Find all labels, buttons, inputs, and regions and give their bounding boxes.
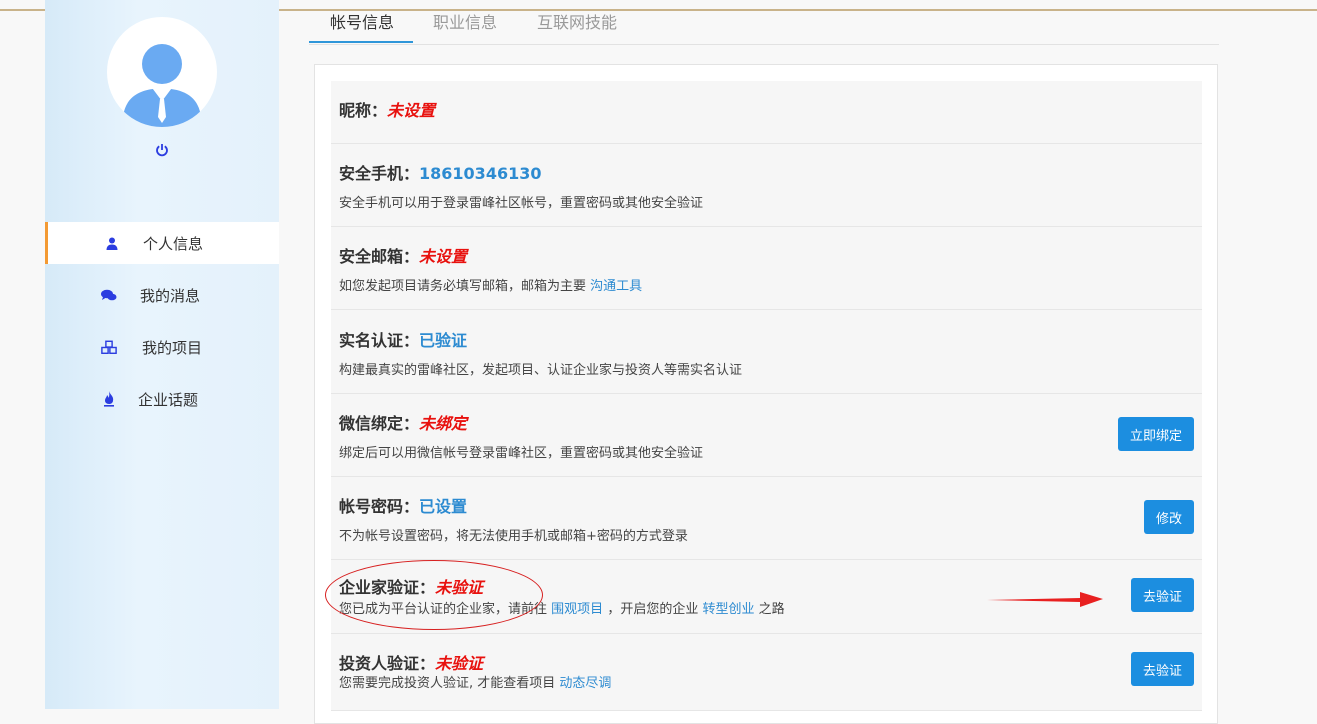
- link-transform-startup[interactable]: 转型创业: [702, 602, 754, 617]
- row-investor: 投资人验证：未验证 您需要完成投资人验证, 才能查看项目 动态尽调 去验证: [331, 634, 1202, 711]
- sidebar-item-label: 企业话题: [138, 390, 199, 409]
- wechat-desc: 绑定后可以用微信帐号登录雷峰社区，重置密码或其他安全验证: [339, 446, 704, 461]
- sidebar-item-messages[interactable]: 我的消息: [45, 274, 279, 316]
- row-entrepreneur: 企业家验证：未验证 您已成为平台认证的企业家，请前往 围观项目 ，开启您的企业 …: [331, 560, 1202, 634]
- nickname-value: 未设置: [387, 101, 436, 120]
- email-title: 安全邮箱：未设置: [339, 247, 468, 266]
- nickname-title: 昵称：未设置: [339, 101, 436, 120]
- entrepreneur-title: 企业家验证：未验证: [339, 578, 484, 597]
- row-phone: 安全手机：18610346130 安全手机可以用于登录雷峰社区帐号，重置密码或其…: [331, 144, 1202, 227]
- realname-title: 实名认证：已验证: [339, 331, 468, 350]
- password-desc: 不为帐号设置密码，将无法使用手机或邮箱+密码的方式登录: [339, 529, 688, 544]
- link-dynamic-diligence[interactable]: 动态尽调: [559, 676, 611, 691]
- email-desc: 如您发起项目请务必填写邮箱，邮箱为主要 沟通工具: [339, 279, 643, 294]
- realname-value: 已验证: [419, 331, 468, 350]
- active-tab-indicator: [309, 41, 413, 43]
- sidebar-item-label: 个人信息: [143, 234, 204, 253]
- row-realname: 实名认证：已验证 构建最真实的雷峰社区，发起项目、认证企业家与投资人等需实名认证: [331, 310, 1202, 394]
- tab-account-info[interactable]: 帐号信息: [330, 9, 394, 33]
- tab-career-info[interactable]: 职业信息: [433, 9, 497, 33]
- cubes-icon: [101, 339, 117, 355]
- modify-password-button[interactable]: 修改: [1143, 500, 1194, 534]
- user-icon: [104, 235, 120, 251]
- sidebar-item-profile[interactable]: 个人信息: [45, 222, 279, 264]
- wechat-title: 微信绑定：未绑定: [339, 414, 468, 433]
- tab-internet-skills[interactable]: 互联网技能: [537, 9, 617, 33]
- entrepreneur-value: 未验证: [435, 578, 484, 597]
- sidebar-item-projects[interactable]: 我的项目: [45, 326, 279, 368]
- row-email: 安全邮箱：未设置 如您发起项目请务必填写邮箱，邮箱为主要 沟通工具: [331, 227, 1202, 310]
- password-value: 已设置: [419, 497, 468, 516]
- email-value: 未设置: [419, 247, 468, 266]
- row-wechat: 微信绑定：未绑定 绑定后可以用微信帐号登录雷峰社区，重置密码或其他安全验证 立即…: [331, 394, 1202, 477]
- link-communication-tool[interactable]: 沟通工具: [590, 279, 642, 294]
- entrepreneur-desc: 您已成为平台认证的企业家，请前往 围观项目 ，开启您的企业 转型创业 之路: [339, 602, 785, 617]
- wechat-value: 未绑定: [419, 414, 468, 433]
- phone-desc: 安全手机可以用于登录雷峰社区帐号，重置密码或其他安全验证: [339, 196, 704, 211]
- password-title: 帐号密码：已设置: [339, 497, 468, 516]
- realname-desc: 构建最真实的雷峰社区，发起项目、认证企业家与投资人等需实名认证: [339, 363, 743, 378]
- power-icon[interactable]: [153, 143, 171, 161]
- user-avatar-icon: [123, 44, 201, 127]
- avatar[interactable]: [107, 17, 217, 127]
- tab-bar: 帐号信息 职业信息 互联网技能: [309, 0, 1219, 45]
- investor-title: 投资人验证：未验证: [339, 654, 484, 673]
- chat-icon: [101, 287, 117, 303]
- sidebar-item-label: 我的消息: [140, 286, 201, 305]
- phone-value: 18610346130: [419, 164, 542, 183]
- sidebar: 个人信息 我的消息 我的项目 企业话题: [45, 0, 279, 709]
- sidebar-item-topics[interactable]: 企业话题: [45, 378, 279, 420]
- phone-title: 安全手机：18610346130: [339, 164, 542, 183]
- bind-wechat-button[interactable]: 立即绑定: [1117, 417, 1194, 451]
- row-password: 帐号密码：已设置 不为帐号设置密码，将无法使用手机或邮箱+密码的方式登录 修改: [331, 477, 1202, 560]
- link-watch-projects[interactable]: 围观项目: [551, 602, 603, 617]
- verify-investor-button[interactable]: 去验证: [1130, 652, 1194, 686]
- account-panel: 昵称：未设置 安全手机：18610346130 安全手机可以用于登录雷峰社区帐号…: [314, 64, 1218, 724]
- row-nickname: 昵称：未设置: [331, 81, 1202, 144]
- sidebar-item-label: 我的项目: [142, 338, 203, 357]
- investor-desc: 您需要完成投资人验证, 才能查看项目 动态尽调: [339, 676, 612, 691]
- sidebar-nav: 个人信息 我的消息 我的项目 企业话题: [45, 222, 279, 430]
- investor-value: 未验证: [435, 654, 484, 673]
- fire-icon: [101, 391, 117, 407]
- verify-entrepreneur-button[interactable]: 去验证: [1130, 578, 1194, 612]
